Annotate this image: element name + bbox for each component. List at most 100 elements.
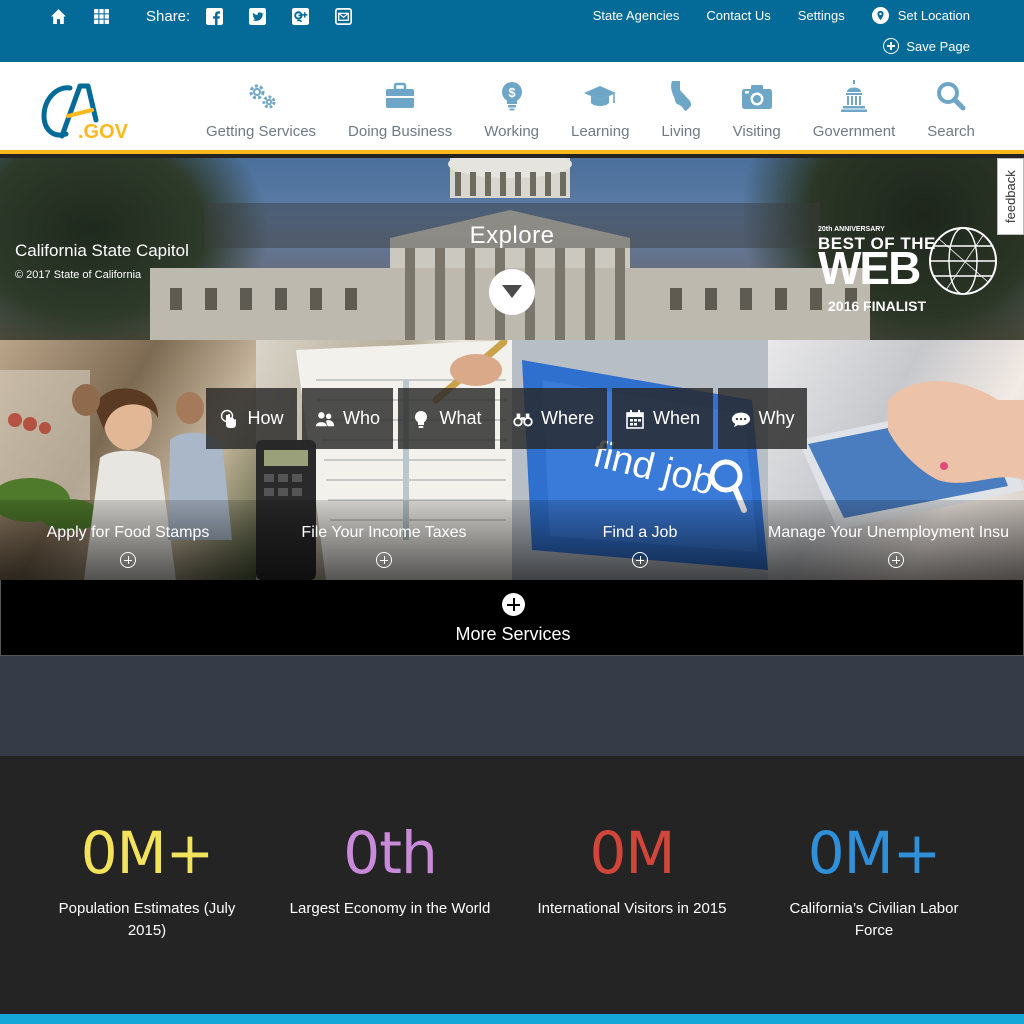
grid-icon[interactable] <box>93 8 110 25</box>
plus-circle-icon[interactable] <box>632 552 648 568</box>
tile-income-taxes[interactable]: File Your Income Taxes <box>256 340 512 580</box>
main-nav: Getting Services Doing Business $ Workin… <box>190 62 991 150</box>
set-location-label: Set Location <box>897 8 970 23</box>
tab-label: Who <box>342 408 380 428</box>
tile-label: File Your Income Taxes <box>301 524 467 541</box>
tile-label: Manage Your Unemployment Insu <box>768 524 1010 541</box>
nav-learning[interactable]: Learning <box>555 62 645 140</box>
set-location-button[interactable]: Set Location <box>871 7 970 24</box>
service-tiles: Apply for Food Stamps File Your Income T… <box>0 340 1024 580</box>
twitter-icon[interactable] <box>249 7 267 25</box>
camera-icon <box>741 85 772 109</box>
tab-label: Where <box>540 408 594 428</box>
nav-label: Doing Business <box>348 123 453 140</box>
utility-left: Share: <box>50 6 378 26</box>
spacer-strip <box>0 656 1024 756</box>
header-branding: .GOV Getting Services Doing Business $ W… <box>0 62 1024 154</box>
tile-food-stamps[interactable]: Apply for Food Stamps <box>0 340 256 580</box>
lightbulb-dollar-icon: $ <box>501 82 522 111</box>
tab-when[interactable]: When <box>612 388 713 449</box>
tab-who[interactable]: Who <box>302 388 393 449</box>
tab-where[interactable]: Where <box>500 388 607 449</box>
nav-label: Search <box>927 123 975 140</box>
tile-find-job[interactable]: find job Find a Job <box>512 340 768 580</box>
email-icon[interactable] <box>335 7 353 25</box>
caption-title: California State Capitol <box>15 241 189 260</box>
share-label: Share: <box>146 7 191 25</box>
binoculars-icon <box>513 413 533 426</box>
nav-label: Learning <box>571 123 630 140</box>
footer-accent-line <box>0 1014 1024 1024</box>
tile-label: Apply for Food Stamps <box>46 524 210 541</box>
home-icon[interactable] <box>50 8 67 25</box>
tab-how[interactable]: How <box>206 388 297 449</box>
stat-economy: 0th Largest Economy in the World <box>289 818 491 920</box>
facebook-icon[interactable] <box>206 7 224 25</box>
link-state-agencies[interactable]: State Agencies <box>593 8 680 23</box>
svg-text:$: $ <box>508 85 516 100</box>
plus-circle-icon[interactable] <box>120 552 136 568</box>
save-page-button[interactable]: Save Page <box>883 38 970 54</box>
nav-label: Working <box>484 123 540 140</box>
california-map-icon <box>671 81 692 111</box>
plus-circle-icon <box>502 593 525 616</box>
link-settings[interactable]: Settings <box>798 8 845 23</box>
calendar-icon <box>626 409 644 429</box>
more-services-button[interactable]: More Services <box>0 580 1024 656</box>
hero-banner: Explore California State Capitol © 2017 … <box>0 158 1024 340</box>
tab-label: When <box>652 408 701 428</box>
nav-search[interactable]: Search <box>911 62 991 140</box>
more-services-label: More Services <box>455 624 571 644</box>
explore-toggle-button[interactable] <box>489 269 535 315</box>
tab-what[interactable]: What <box>398 388 495 449</box>
stat-label: California’s Civilian Labor Force <box>789 900 959 939</box>
graduation-cap-icon <box>584 86 617 106</box>
tile-unemployment[interactable]: Manage Your Unemployment Insu <box>768 340 1024 580</box>
lightbulb-icon <box>415 410 428 428</box>
google-plus-icon[interactable] <box>292 7 310 25</box>
nav-label: Getting Services <box>206 123 317 140</box>
nav-label: Visiting <box>732 123 781 140</box>
hero-caption: California State Capitol © 2017 State of… <box>15 241 189 281</box>
tab-label: What <box>439 408 482 428</box>
ca-gov-logo[interactable]: .GOV <box>40 80 130 143</box>
stat-label: Population Estimates (July 2015) <box>58 900 236 939</box>
tab-why[interactable]: Why <box>718 388 807 449</box>
plus-circle-icon <box>883 38 900 54</box>
globe-icon <box>929 227 997 295</box>
award-web: WEB <box>818 242 921 294</box>
award-finalist: 2016 FINALIST <box>828 298 927 314</box>
caption-copyright: © 2017 State of California <box>15 269 142 281</box>
award-anniversary: 20th ANNIVERSARY <box>818 226 885 233</box>
nav-doing-business[interactable]: Doing Business <box>332 62 468 140</box>
plus-circle-icon[interactable] <box>376 552 392 568</box>
feedback-tab[interactable]: feedback <box>997 158 1024 235</box>
stat-population: 0M+ Population Estimates (July 2015) <box>47 818 247 942</box>
plus-circle-icon[interactable] <box>888 552 904 568</box>
utility-links: State Agencies Contact Us Settings Set L… <box>566 7 970 24</box>
stat-label: Largest Economy in the World <box>289 900 491 917</box>
nav-getting-services[interactable]: Getting Services <box>190 62 332 140</box>
location-pin-icon <box>871 7 889 24</box>
pointer-hand-icon <box>221 409 237 428</box>
chevron-down-icon <box>502 285 522 298</box>
stats-section: 0M+ Population Estimates (July 2015) 0th… <box>0 756 1024 1014</box>
briefcase-icon <box>386 82 415 108</box>
nav-working[interactable]: $ Working <box>468 62 555 140</box>
utility-bar: Share: State Agencies Contact Us Setting… <box>0 0 1024 62</box>
save-page-label: Save Page <box>906 38 970 54</box>
gears-icon <box>249 84 276 109</box>
search-icon <box>937 82 966 111</box>
stat-visitors: 0M International Visitors in 2015 <box>530 818 734 920</box>
capitol-icon <box>840 80 867 112</box>
people-icon <box>315 411 335 426</box>
speech-bubble-icon <box>731 412 750 427</box>
nav-government[interactable]: Government <box>797 62 912 140</box>
link-contact-us[interactable]: Contact Us <box>706 8 770 23</box>
nav-visiting[interactable]: Visiting <box>717 62 797 140</box>
stat-value: 0M+ <box>807 819 942 887</box>
nav-label: Living <box>661 123 701 140</box>
nav-living[interactable]: Living <box>645 62 716 140</box>
best-of-web-badge: 20th ANNIVERSARY BEST OF THE WEB 2016 FI… <box>818 226 1000 316</box>
nav-label: Government <box>812 123 896 140</box>
